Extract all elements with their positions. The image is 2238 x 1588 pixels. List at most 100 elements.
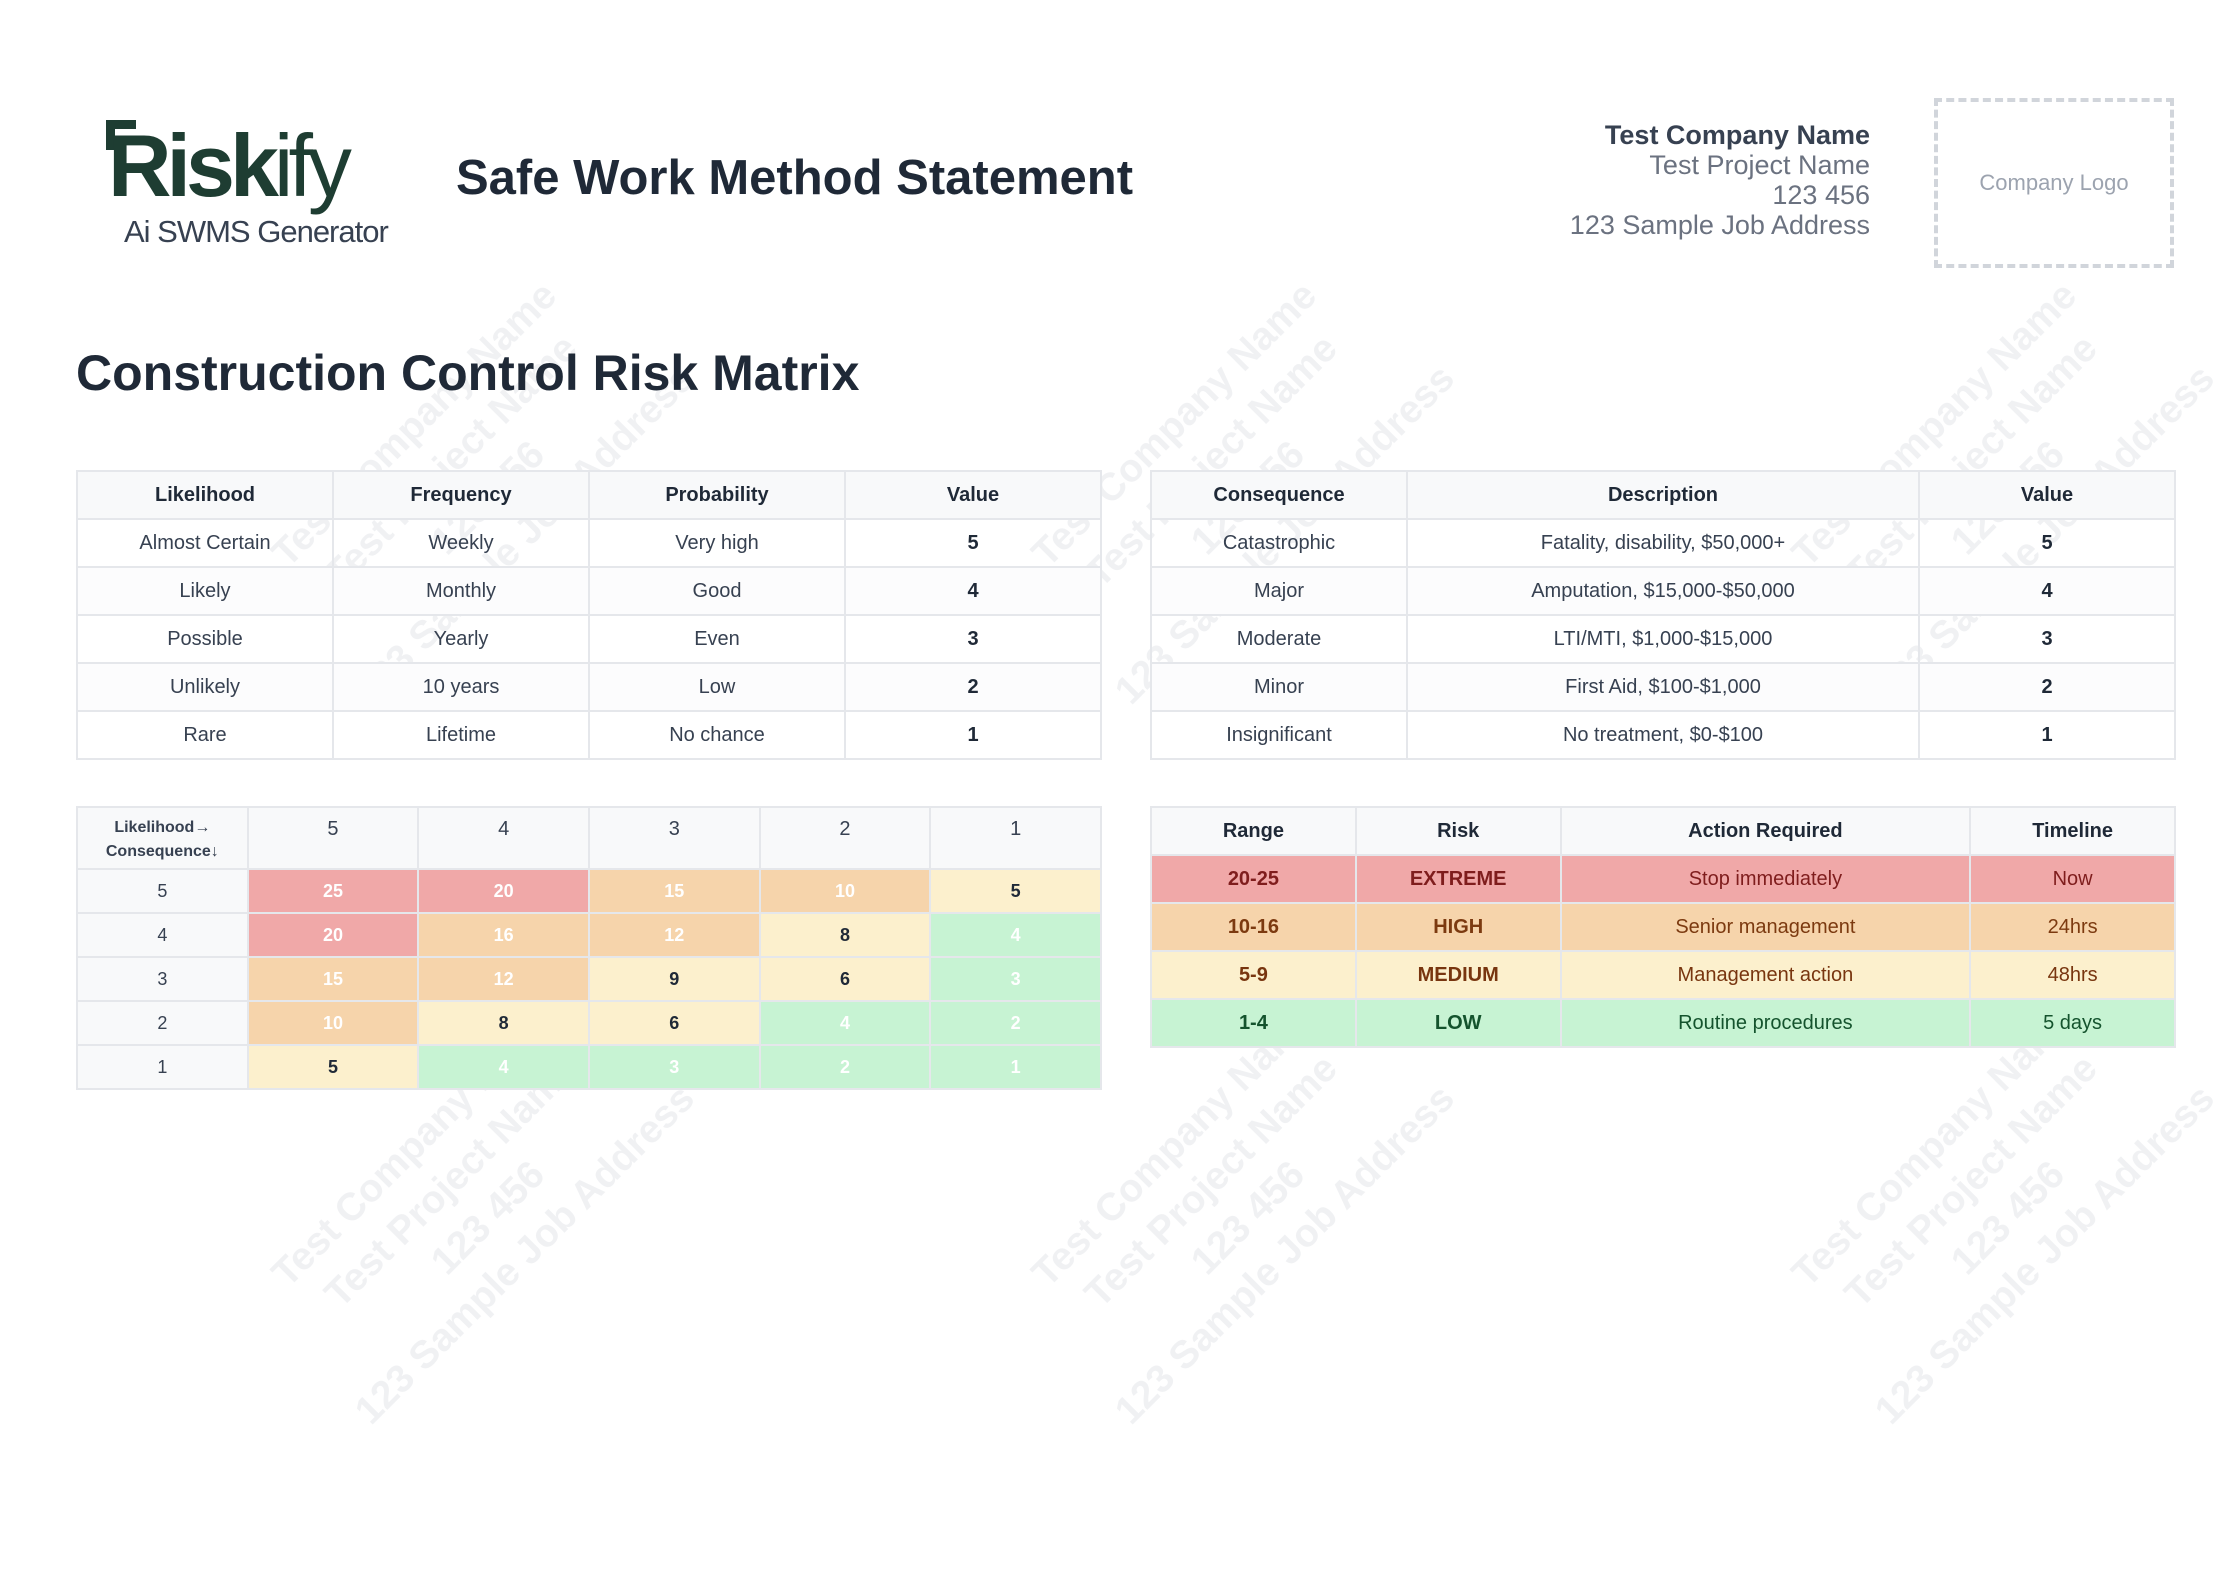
matrix-cell: 4	[758, 1000, 932, 1046]
consequence-col-header: Value	[1918, 470, 2176, 520]
matrix-cell: 9	[587, 956, 761, 1002]
table-cell: Likely	[76, 566, 334, 616]
watermark-line: 123 Sample Job Address	[346, 1076, 703, 1433]
table-cell: Good	[588, 566, 846, 616]
risk-level-row: 20-25 EXTREME Stop immediately Now	[1150, 854, 2176, 904]
risk-level-row: 5-9 MEDIUM Management action 48hrs	[1150, 950, 2176, 1000]
matrix-row: 2 10 8 6 4 2	[76, 1000, 1102, 1046]
logo-tagline: Ai SWMS Generator	[124, 214, 389, 249]
consequence-value-cell: 5	[1918, 518, 2176, 568]
company-info: Test Company Name Test Project Name 123 …	[1570, 120, 1870, 240]
table-row: Insignificant No treatment, $0-$100 1	[1150, 710, 2176, 760]
logo-word-risk: Risk	[108, 116, 279, 215]
likelihood-value-cell: 2	[844, 662, 1102, 712]
table-cell: No chance	[588, 710, 846, 760]
risk-level-header-row: Range Risk Action Required Timeline	[1150, 806, 2176, 856]
risk-timeline-cell: 48hrs	[1969, 950, 2176, 1000]
risk-level-row: 1-4 LOW Routine procedures 5 days	[1150, 998, 2176, 1048]
table-row: Almost Certain Weekly Very high 5	[76, 518, 1102, 568]
table-cell: Monthly	[332, 566, 590, 616]
risk-timeline-cell: Now	[1969, 854, 2176, 904]
table-cell: Major	[1150, 566, 1408, 616]
consequence-value-cell: 4	[1918, 566, 2176, 616]
matrix-likelihood-header: 5	[246, 806, 420, 870]
table-cell: Even	[588, 614, 846, 664]
matrix-cell: 8	[417, 1000, 590, 1046]
matrix-cell: 6	[758, 956, 932, 1002]
matrix-header-row: Likelihood→ Consequence↓ 54321	[76, 806, 1102, 870]
table-cell: Low	[588, 662, 846, 712]
document-title: Safe Work Method Statement	[456, 151, 1134, 205]
riskify-logo: Riskify Ai SWMS Generator	[104, 116, 389, 252]
risk-matrix-table: Likelihood→ Consequence↓ 54321 5 25 20 15 10…	[76, 806, 1102, 1090]
risk-timeline-cell: 5 days	[1969, 998, 2176, 1048]
risk-action-cell: Routine procedures	[1559, 998, 1972, 1048]
matrix-cell: 15	[587, 868, 761, 914]
table-cell: LTI/MTI, $1,000-$15,000	[1406, 614, 1920, 664]
risk-level-row: 10-16 HIGH Senior management 24hrs	[1150, 902, 2176, 952]
table-row: Likely Monthly Good 4	[76, 566, 1102, 616]
matrix-cell: 16	[417, 912, 590, 958]
logo-word-ify: ify	[273, 116, 352, 215]
table-cell: Weekly	[332, 518, 590, 568]
risk-level-col-header: Timeline	[1969, 806, 2176, 856]
matrix-cell: 5	[929, 868, 1102, 914]
matrix-cell: 1	[929, 1044, 1102, 1090]
likelihood-value-cell: 5	[844, 518, 1102, 568]
watermark-line: Test Project Name	[1836, 1046, 2106, 1316]
consequence-col-header: Description	[1406, 470, 1920, 520]
matrix-corner-consequence: Consequence↓	[105, 843, 219, 860]
table-row: Major Amputation, $15,000-$50,000 4	[1150, 566, 2176, 616]
table-cell: First Aid, $100-$1,000	[1406, 662, 1920, 712]
table-cell: Almost Certain	[76, 518, 334, 568]
matrix-likelihood-header: 4	[417, 806, 590, 870]
risk-range-cell: 1-4	[1150, 998, 1357, 1048]
watermark-line: 123 Sample Job Address	[1106, 1076, 1463, 1433]
likelihood-col-header: Value	[844, 470, 1102, 520]
consequence-header-row: Consequence Description Value	[1150, 470, 2176, 520]
likelihood-col-header: Probability	[588, 470, 846, 520]
likelihood-header-row: Likelihood Frequency Probability Value	[76, 470, 1102, 520]
table-row: Possible Yearly Even 3	[76, 614, 1102, 664]
matrix-consequence-label: 5	[76, 868, 249, 914]
matrix-cell: 3	[587, 1044, 761, 1090]
table-cell: 10 years	[332, 662, 590, 712]
risk-name-cell: HIGH	[1354, 902, 1562, 952]
table-cell: Fatality, disability, $50,000+	[1406, 518, 1920, 568]
risk-name-cell: LOW	[1354, 998, 1562, 1048]
watermark-line: 123 Sample Job Address	[1866, 1076, 2223, 1433]
table-cell: Amputation, $15,000-$50,000	[1406, 566, 1920, 616]
watermark-line: 123 456	[422, 1152, 554, 1284]
table-cell: Minor	[1150, 662, 1408, 712]
matrix-cell: 20	[246, 912, 420, 958]
matrix-cell: 4	[929, 912, 1102, 958]
matrix-cell: 12	[587, 912, 761, 958]
matrix-likelihood-header: 2	[758, 806, 932, 870]
matrix-cell: 2	[929, 1000, 1102, 1046]
matrix-cell: 25	[246, 868, 420, 914]
table-cell: No treatment, $0-$100	[1406, 710, 1920, 760]
table-cell: Moderate	[1150, 614, 1408, 664]
risk-action-cell: Senior management	[1559, 902, 1972, 952]
risk-level-col-header: Risk	[1354, 806, 1562, 856]
risk-range-cell: 20-25	[1150, 854, 1357, 904]
table-row: Moderate LTI/MTI, $1,000-$15,000 3	[1150, 614, 2176, 664]
risk-range-cell: 10-16	[1150, 902, 1357, 952]
matrix-row: 4 20 16 12 8 4	[76, 912, 1102, 958]
table-row: Rare Lifetime No chance 1	[76, 710, 1102, 760]
matrix-cell: 12	[417, 956, 590, 1002]
risk-level-col-header: Action Required	[1559, 806, 1972, 856]
matrix-row: 154321	[76, 1044, 1102, 1090]
matrix-cell: 5	[246, 1044, 420, 1090]
section-title: Construction Control Risk Matrix	[76, 345, 860, 401]
risk-level-table: Range Risk Action Required Timeline 20-25 EX…	[1150, 806, 2176, 1048]
logo-wordmark: Riskify	[108, 116, 352, 216]
matrix-corner-likelihood: Likelihood→	[114, 819, 211, 836]
consequence-value-cell: 1	[1918, 710, 2176, 760]
matrix-cell: 2	[758, 1044, 932, 1090]
project-number: 123 456	[1772, 180, 1870, 210]
table-row: Catastrophic Fatality, disability, $50,00…	[1150, 518, 2176, 568]
matrix-cell: 6	[587, 1000, 761, 1046]
consequence-col-header: Consequence	[1150, 470, 1408, 520]
matrix-cell: 10	[246, 1000, 420, 1046]
